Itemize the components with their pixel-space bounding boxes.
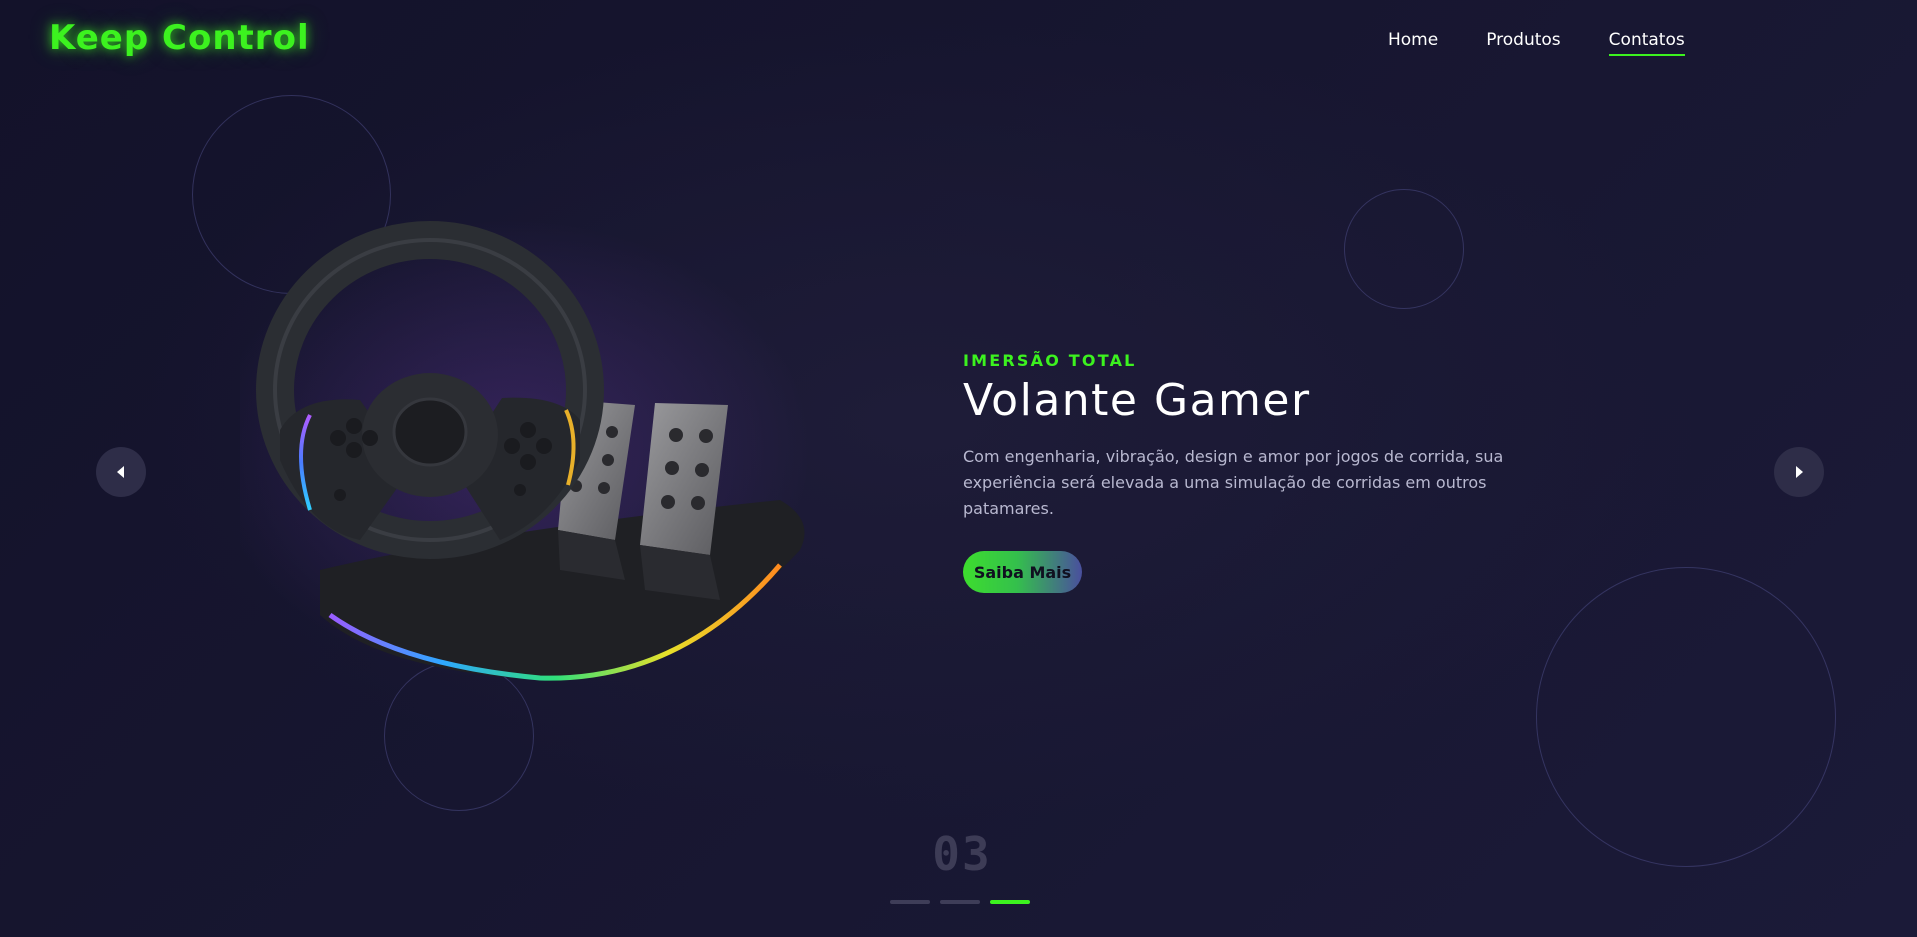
nav-contatos[interactable]: Contatos — [1608, 30, 1685, 56]
main-nav: Home Produtos Contatos — [1388, 30, 1685, 56]
slide-indicators — [890, 900, 1030, 904]
saiba-mais-button[interactable]: Saiba Mais — [963, 551, 1082, 593]
slide-indicator-1[interactable] — [890, 900, 930, 904]
caret-left-icon — [117, 466, 124, 478]
caret-right-icon — [1796, 466, 1803, 478]
slide-indicator-2[interactable] — [940, 900, 980, 904]
decorative-circle — [1536, 567, 1836, 867]
racing-wheel-icon — [210, 220, 810, 681]
slide-eyebrow: IMERSÃO TOTAL — [963, 351, 1137, 370]
nav-home[interactable]: Home — [1388, 30, 1438, 56]
slide-description: Com engenharia, vibração, design e amor … — [963, 447, 1504, 518]
prev-slide-button[interactable] — [96, 447, 146, 497]
nav-produtos[interactable]: Produtos — [1486, 30, 1560, 56]
next-slide-button[interactable] — [1774, 447, 1824, 497]
site-logo[interactable]: Keep Control — [49, 18, 310, 58]
slide-indicator-3[interactable] — [990, 900, 1030, 904]
slide-title: Volante Gamer — [963, 375, 1311, 426]
product-image-racing-wheel — [210, 220, 840, 700]
decorative-circle — [1344, 189, 1464, 309]
slide-counter: 03 — [932, 827, 992, 881]
hero-section: Keep Control Home Produtos Contatos IMER… — [0, 0, 1917, 937]
